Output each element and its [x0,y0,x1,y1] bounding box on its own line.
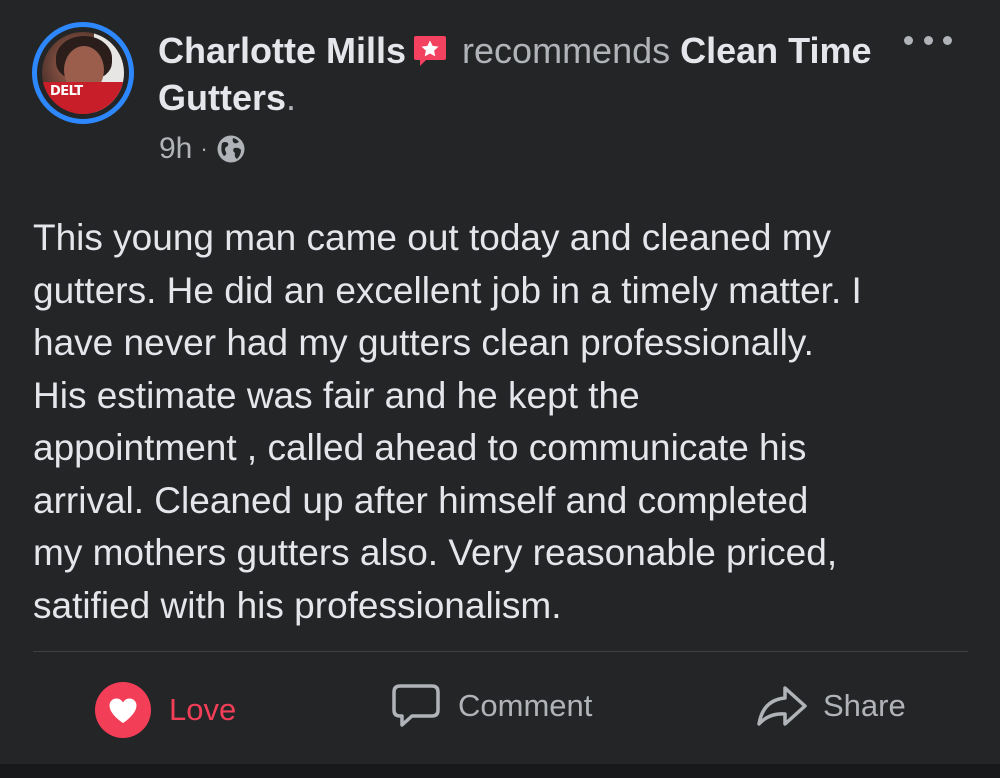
share-arrow-icon [757,686,807,726]
feed-separator [0,764,1000,778]
recommends-label: recommends [462,30,671,71]
actions-divider [33,651,968,652]
share-label: Share [823,688,906,723]
recommend-star-icon [414,36,447,66]
comment-button[interactable]: Comment [390,682,592,730]
meta-separator: · [200,136,208,161]
header-period: . [286,77,297,118]
avatar-shirt-logo: DELT [48,84,85,99]
comment-bubble-icon [392,684,440,727]
comment-label: Comment [458,688,593,723]
post-card: DELT Charlotte Mills recommends Clean Ti… [0,0,1000,778]
author-avatar[interactable]: DELT [32,22,134,124]
love-button[interactable]: Love [95,682,236,738]
author-name[interactable]: Charlotte Mills [158,30,406,71]
more-dot [923,35,933,45]
post-body: This young man came out today and cleane… [33,217,862,626]
post-header: Charlotte Mills recommends Clean Time Gu… [158,27,878,121]
more-options-button[interactable] [904,30,952,50]
heart-icon [95,682,151,738]
post-meta: 9h · [159,132,246,166]
share-button[interactable]: Share [755,682,906,730]
more-dot [904,35,913,45]
globe-icon[interactable] [216,134,246,164]
more-dot [943,35,952,45]
avatar-photo: DELT [42,32,124,114]
post-timestamp[interactable]: 9h [159,132,192,166]
love-label: Love [169,692,237,727]
